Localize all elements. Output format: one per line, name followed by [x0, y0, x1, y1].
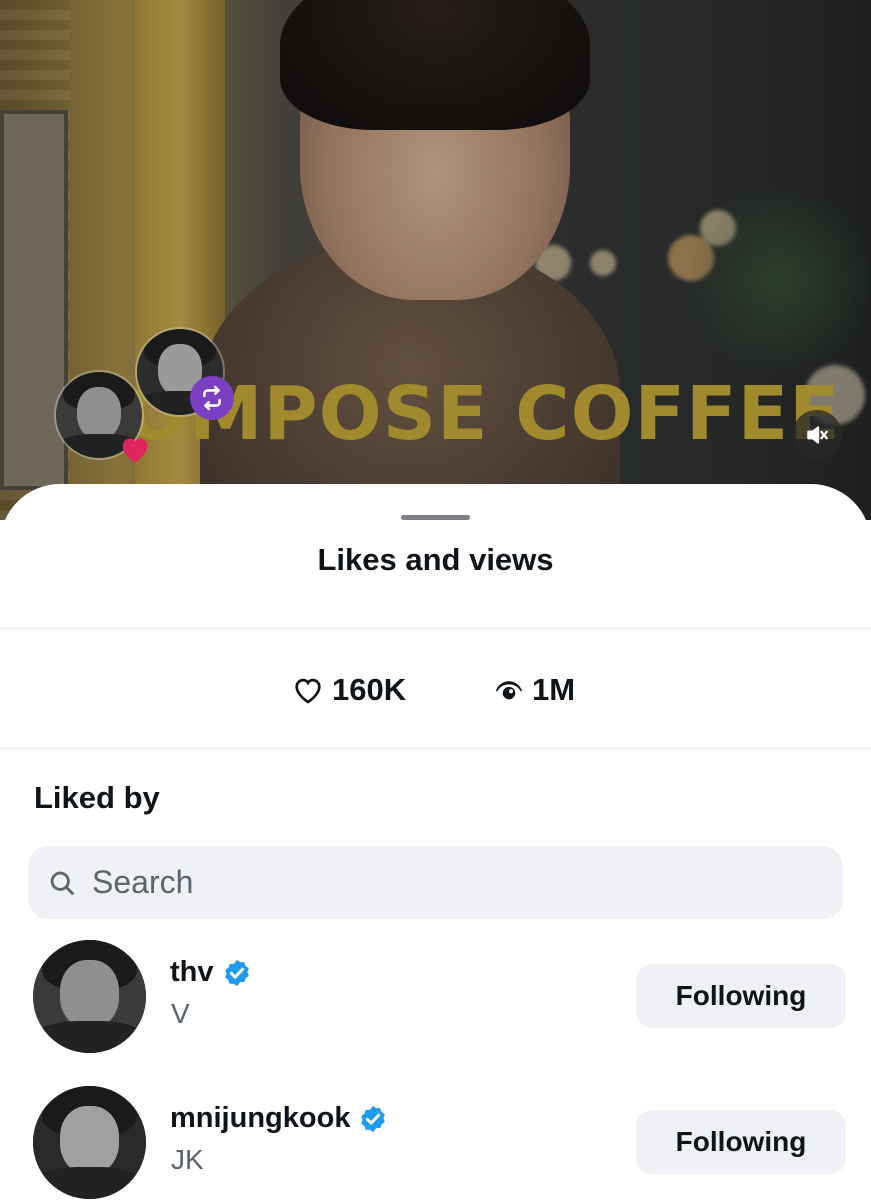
- mute-toggle-button[interactable]: [792, 410, 842, 460]
- divider: [0, 748, 871, 749]
- verified-badge-icon: [361, 1105, 386, 1132]
- user-handle[interactable]: mnijungkook: [170, 1102, 350, 1135]
- avatar[interactable]: [33, 1086, 146, 1199]
- search-icon: [50, 871, 74, 895]
- avatar-suit: [33, 1021, 146, 1053]
- search-input[interactable]: Search: [28, 846, 843, 919]
- avatar-photo: [33, 1086, 146, 1199]
- likes-stat: 160K: [292, 668, 406, 712]
- user-handle-line: mnijungkook: [170, 1102, 388, 1135]
- avatar-suit: [33, 1167, 146, 1199]
- avatar-face: [76, 387, 122, 440]
- sheet-grabber-handle[interactable]: [401, 515, 470, 520]
- heart-icon: [118, 434, 152, 464]
- eye-icon: [495, 681, 523, 700]
- heart-outline-icon: [295, 678, 321, 704]
- following-button[interactable]: Following: [636, 1110, 846, 1174]
- user-handle[interactable]: thv: [170, 956, 214, 989]
- avatar-photo: [33, 940, 146, 1053]
- repost-icon: [190, 376, 234, 420]
- user-display-name: JK: [171, 1144, 204, 1175]
- video-player[interactable]: OMPOSE COFFEE: [0, 0, 871, 520]
- likes-and-views-sheet: Likes and views 160K 1M Liked by Search: [0, 484, 871, 1200]
- speaker-muted-icon: [807, 426, 828, 444]
- user-display-name: V: [171, 998, 190, 1029]
- avatar[interactable]: [33, 940, 146, 1053]
- search-placeholder: Search: [92, 864, 194, 900]
- views-count: 1M: [532, 672, 576, 707]
- sheet-title: Likes and views: [317, 542, 554, 577]
- views-stat: 1M: [494, 668, 575, 712]
- avatar-face: [60, 1106, 119, 1175]
- user-row-mnijungkook[interactable]: mnijungkook JK Following: [0, 1086, 871, 1200]
- user-handle-line: thv: [170, 956, 252, 989]
- verified-badge-icon: [224, 959, 249, 986]
- following-button[interactable]: Following: [636, 964, 846, 1028]
- divider: [0, 628, 871, 629]
- liked-by-heading: Liked by: [34, 780, 160, 815]
- user-row-thv[interactable]: thv V Following: [0, 940, 871, 1060]
- likes-count: 160K: [332, 672, 407, 707]
- avatar-face: [60, 960, 119, 1029]
- engagement-stats: 160K 1M: [0, 668, 871, 712]
